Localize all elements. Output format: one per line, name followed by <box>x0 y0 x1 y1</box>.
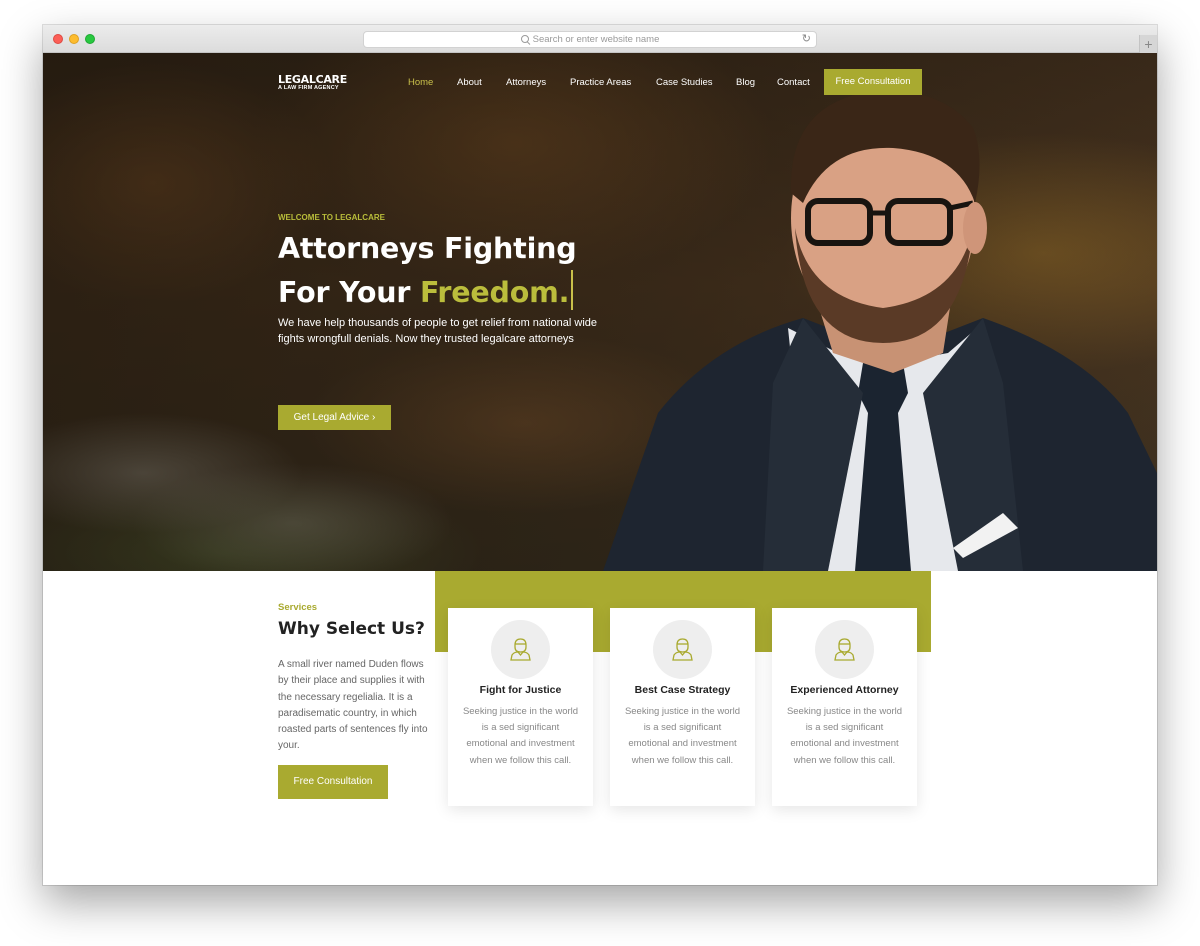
nav-link-home[interactable]: Home <box>408 77 433 88</box>
service-card-text: Seeking justice in the world is a sed si… <box>462 706 579 766</box>
nav-link-case-studies[interactable]: Case Studies <box>656 77 713 88</box>
nav-link-attorneys[interactable]: Attorneys <box>506 77 546 88</box>
lawyer-icon <box>834 638 855 661</box>
hero-description: We have help thousands of people to get … <box>278 317 597 345</box>
service-card-fight-for-justice[interactable]: Fight for Justice Seeking justice in the… <box>448 608 593 806</box>
logo-subtitle: A LAW FIRM AGENCY <box>278 85 339 91</box>
browser-window: Search or enter website name ↻ + LEGALCA… <box>43 25 1157 885</box>
nav-link-practice-areas[interactable]: Practice Areas <box>570 77 631 88</box>
browser-titlebar: Search or enter website name ↻ + <box>43 25 1157 53</box>
site-logo[interactable]: LEGALCARE A LAW FIRM AGENCY <box>278 73 347 91</box>
reload-icon[interactable]: ↻ <box>802 32 811 47</box>
service-card-text: Seeking justice in the world is a sed si… <box>624 706 741 766</box>
hero-section: LEGALCARE A LAW FIRM AGENCY Home About A… <box>43 53 1157 571</box>
main-nav: LEGALCARE A LAW FIRM AGENCY Home About A… <box>43 53 1157 113</box>
typing-cursor <box>571 270 574 310</box>
service-card-title: Experienced Attorney <box>790 684 899 696</box>
hero-eyebrow: WELCOME TO LEGALCARE <box>278 213 385 222</box>
search-icon <box>520 35 529 43</box>
hero-headline: Attorneys Fighting For Your Freedom. <box>278 228 577 314</box>
services-description: A small river named Duden flows by their… <box>278 659 428 752</box>
address-bar-placeholder: Search or enter website name <box>532 34 660 45</box>
minimize-window-button[interactable] <box>69 34 79 44</box>
service-icon-circle <box>491 620 550 679</box>
service-card-experienced-attorney[interactable]: Experienced Attorney Seeking justice in … <box>772 608 917 806</box>
zoom-window-button[interactable] <box>85 34 95 44</box>
get-legal-advice-button[interactable]: Get Legal Advice › <box>278 405 391 430</box>
services-eyebrow: Services <box>278 602 318 613</box>
service-icon-circle <box>815 620 874 679</box>
nav-link-contact[interactable]: Contact <box>777 77 810 88</box>
service-card-best-case-strategy[interactable]: Best Case Strategy Seeking justice in th… <box>610 608 755 806</box>
headline-highlight: Freedom. <box>419 276 570 309</box>
free-consultation-button[interactable]: Free Consultation <box>278 765 388 799</box>
service-card-text: Seeking justice in the world is a sed si… <box>786 706 903 766</box>
nav-link-blog[interactable]: Blog <box>736 77 755 88</box>
lawyer-icon <box>510 638 531 661</box>
lawyer-icon <box>672 638 693 661</box>
free-consultation-nav-button[interactable]: Free Consultation <box>824 69 922 95</box>
headline-line-2: For Your Freedom. <box>278 270 576 314</box>
services-title: Why Select Us? <box>278 619 425 639</box>
close-window-button[interactable] <box>53 34 63 44</box>
new-tab-button[interactable]: + <box>1139 35 1157 53</box>
service-card-title: Fight for Justice <box>479 684 562 696</box>
address-bar[interactable]: Search or enter website name ↻ <box>363 31 817 48</box>
service-card-title: Best Case Strategy <box>634 684 731 696</box>
nav-link-about[interactable]: About <box>457 77 482 88</box>
service-icon-circle <box>653 620 712 679</box>
attorney-photo <box>603 91 1157 571</box>
headline-line-2-text: For Your <box>278 276 411 309</box>
headline-line-1: Attorneys Fighting <box>278 232 577 265</box>
